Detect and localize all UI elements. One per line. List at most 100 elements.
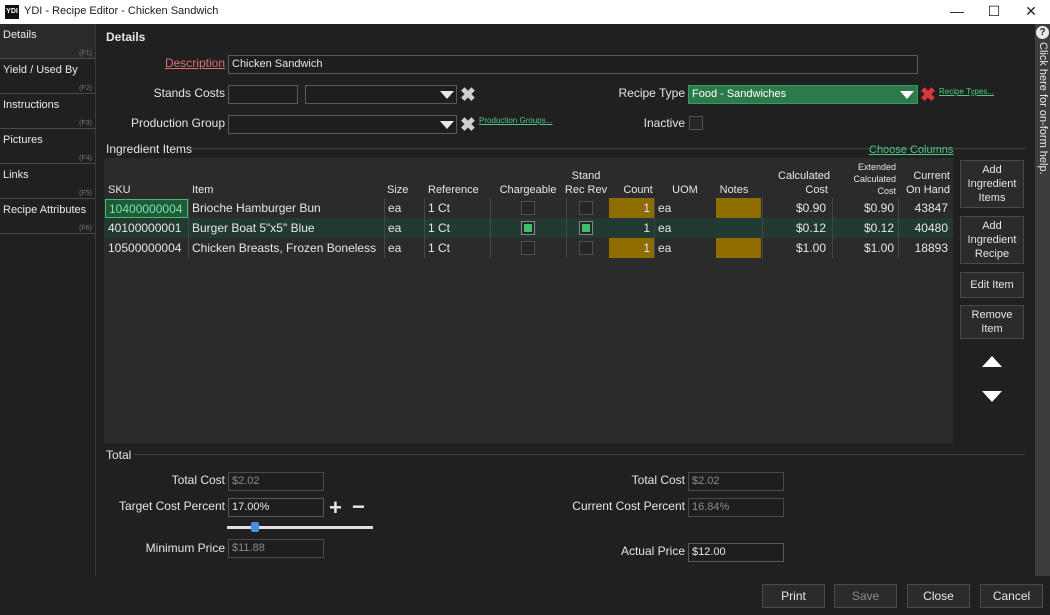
clear-icon[interactable]: ✖	[460, 86, 476, 105]
col-header-stand[interactable]: Stand	[563, 170, 609, 182]
move-down-icon[interactable]	[977, 383, 1007, 409]
clear-icon[interactable]: ✖	[460, 116, 476, 135]
tab-shortcut: (F5)	[79, 190, 92, 197]
tab-shortcut: (F4)	[79, 155, 92, 162]
tab-yield-used-by[interactable]: Yield / Used By (F2)	[0, 59, 95, 94]
chargeable-checkbox[interactable]	[521, 221, 535, 235]
details-heading: Details	[106, 30, 146, 44]
chevron-down-icon[interactable]	[900, 91, 914, 99]
tab-details[interactable]: Details (F1)	[0, 24, 95, 59]
help-text[interactable]: Click here for on-form help.	[1037, 42, 1049, 175]
size-cell[interactable]: ea	[388, 218, 418, 238]
count-cell[interactable]: 1	[614, 218, 650, 238]
sku-cell[interactable]: 40100000001	[108, 218, 190, 238]
stand-rec-rev-checkbox[interactable]	[579, 241, 593, 255]
table-row[interactable]: 40100000001 Burger Boat 5"x5" Blue ea 1 …	[104, 218, 953, 238]
tab-label: Links	[3, 169, 29, 181]
decrease-icon[interactable]: −	[352, 496, 365, 518]
uom-cell[interactable]: ea	[658, 198, 688, 218]
save-button[interactable]: Save	[834, 584, 897, 608]
close-window-icon[interactable]: ✕	[1012, 0, 1050, 24]
stands-costs-field[interactable]	[228, 85, 298, 104]
size-cell[interactable]: ea	[388, 198, 418, 218]
add-ingredient-items-button[interactable]: Add Ingredient Items	[960, 160, 1024, 208]
reference-cell[interactable]: 1 Ct	[428, 218, 478, 238]
sku-cell[interactable]: 10400000004	[105, 199, 188, 218]
calc-cost-cell: $0.12	[795, 221, 826, 235]
inactive-checkbox[interactable]	[689, 116, 703, 130]
col-header-size[interactable]: Size	[387, 184, 408, 196]
count-cell[interactable]: 1	[614, 198, 650, 218]
uom-cell[interactable]: ea	[658, 238, 688, 258]
print-button[interactable]: Print	[762, 584, 825, 608]
edit-item-button[interactable]: Edit Item	[960, 272, 1024, 298]
item-cell[interactable]: Brioche Hamburger Bun	[192, 198, 382, 218]
total-cost-label: Total Cost	[171, 473, 225, 487]
column-divider	[654, 198, 655, 258]
col-header-chargeable[interactable]: Chargeable	[493, 184, 563, 196]
current-cost-percent-label: Current Cost Percent	[572, 499, 685, 513]
help-strip[interactable]: ? Click here for on-form help.	[1035, 24, 1050, 576]
col-header-notes[interactable]: Notes	[713, 184, 755, 196]
col-header-item[interactable]: Item	[192, 184, 213, 196]
total-cost-right-field: $2.02	[688, 472, 784, 491]
col-header-rec-rev[interactable]: Rec Rev	[563, 184, 609, 196]
col-header-uom[interactable]: UOM	[660, 184, 710, 196]
add-ingredient-recipe-button[interactable]: Add Ingredient Recipe	[960, 216, 1024, 264]
sku-cell[interactable]: 10500000004	[108, 238, 190, 258]
target-cost-slider-track[interactable]	[227, 526, 373, 529]
stands-costs-dropdown[interactable]	[305, 85, 457, 104]
uom-cell[interactable]: ea	[658, 218, 688, 238]
reference-cell[interactable]: 1 Ct	[428, 198, 478, 218]
tab-recipe-attributes[interactable]: Recipe Attributes (F6)	[0, 199, 95, 234]
move-up-icon[interactable]	[977, 348, 1007, 374]
chargeable-checkbox[interactable]	[521, 201, 535, 215]
chevron-down-icon[interactable]	[440, 121, 454, 129]
col-header-on-hand[interactable]: On Hand	[898, 184, 950, 196]
remove-item-button[interactable]: Remove Item	[960, 305, 1024, 339]
col-header-sku[interactable]: SKU	[108, 184, 131, 196]
col-header-extended[interactable]: Extended	[840, 162, 896, 173]
col-header-calculated[interactable]: Calculated	[764, 170, 830, 182]
notes-cell[interactable]	[716, 238, 760, 258]
help-icon[interactable]: ?	[1036, 26, 1049, 39]
size-cell[interactable]: ea	[388, 238, 418, 258]
col-header-current[interactable]: Current	[898, 170, 950, 182]
maximize-icon[interactable]: ☐	[975, 0, 1013, 24]
recipe-types-link[interactable]: Recipe Types...	[939, 87, 994, 96]
description-field[interactable]: Chicken Sandwich	[228, 55, 918, 74]
recipe-type-dropdown[interactable]: Food - Sandwiches	[688, 85, 918, 104]
notes-cell[interactable]	[716, 218, 760, 238]
close-button[interactable]: Close	[907, 584, 970, 608]
col-header-count[interactable]: Count	[612, 184, 664, 196]
clear-icon[interactable]: ✖	[920, 86, 936, 105]
minimize-icon[interactable]: —	[938, 0, 976, 24]
col-header-reference[interactable]: Reference	[428, 184, 479, 196]
tab-instructions[interactable]: Instructions (F3)	[0, 94, 95, 129]
cancel-button[interactable]: Cancel	[980, 584, 1043, 608]
item-cell[interactable]: Burger Boat 5"x5" Blue	[192, 218, 382, 238]
count-cell[interactable]: 1	[614, 238, 650, 258]
table-row[interactable]: 10500000004 Chicken Breasts, Frozen Bone…	[104, 238, 953, 258]
tab-pictures[interactable]: Pictures (F4)	[0, 129, 95, 164]
col-header-ext-cost[interactable]: Cost	[840, 186, 896, 197]
increase-icon[interactable]: +	[329, 497, 342, 519]
col-header-ext-calculated[interactable]: Calculated	[840, 174, 896, 185]
chevron-down-icon[interactable]	[440, 91, 454, 99]
stand-rec-rev-checkbox[interactable]	[579, 201, 593, 215]
target-cost-percent-field[interactable]: 17.00%	[228, 498, 324, 517]
stand-rec-rev-checkbox[interactable]	[579, 221, 593, 235]
notes-cell[interactable]	[716, 198, 760, 218]
reference-cell[interactable]: 1 Ct	[428, 238, 478, 258]
chargeable-checkbox[interactable]	[521, 241, 535, 255]
production-group-dropdown[interactable]	[228, 115, 457, 134]
table-row[interactable]: 10400000004 Brioche Hamburger Bun ea 1 C…	[104, 198, 953, 218]
col-header-cost[interactable]: Cost	[764, 184, 828, 196]
production-groups-link[interactable]: Production Groups...	[479, 116, 552, 125]
choose-columns-link[interactable]: Choose Columns	[869, 144, 953, 156]
target-cost-slider-thumb[interactable]	[251, 522, 259, 532]
item-cell[interactable]: Chicken Breasts, Frozen Boneless	[192, 238, 382, 258]
tab-links[interactable]: Links (F5)	[0, 164, 95, 199]
actual-price-field[interactable]: $12.00	[688, 543, 784, 562]
calc-cost-cell: $1.00	[795, 241, 826, 255]
